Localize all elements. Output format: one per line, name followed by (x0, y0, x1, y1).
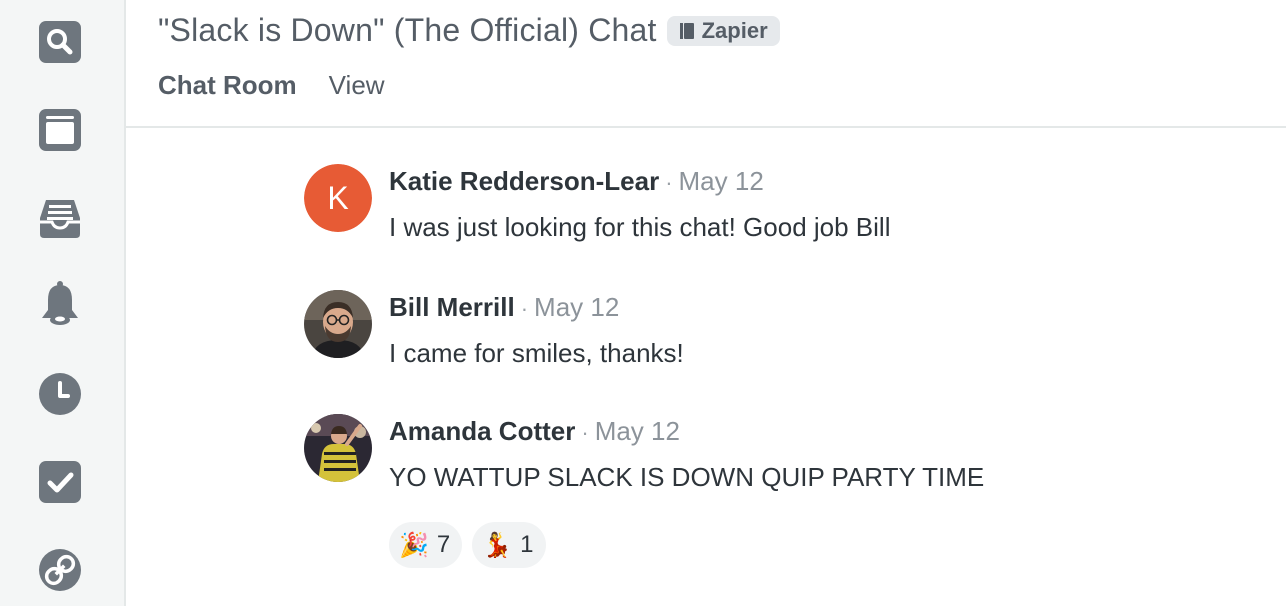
search-icon (39, 21, 81, 63)
author-name[interactable]: Bill Merrill (389, 292, 515, 322)
link-icon (39, 549, 81, 591)
message-date: May 12 (534, 292, 620, 322)
message-text: I came for smiles, thanks! (389, 338, 684, 368)
documents-button[interactable] (38, 108, 82, 152)
message-text: YO WATTUP SLACK IS DOWN QUIP PARTY TIME (389, 462, 985, 492)
message-header: Bill Merrill · May 12 (389, 292, 619, 323)
tab-view[interactable]: View (329, 70, 385, 101)
inbox-tray-icon (40, 200, 80, 238)
chat-header: "Slack is Down" (The Official) Chat Zapi… (158, 12, 780, 49)
search-button[interactable] (38, 20, 82, 64)
avatar-photo (304, 290, 372, 358)
message-header: Katie Redderson-Lear · May 12 (389, 166, 764, 197)
browser-window-icon (39, 109, 81, 151)
book-icon (679, 22, 694, 39)
chat-title: "Slack is Down" (The Official) Chat (158, 12, 657, 48)
meta-separator: · (665, 170, 673, 195)
recent-button[interactable] (38, 372, 82, 416)
inbox-button[interactable] (38, 196, 82, 240)
avatar[interactable]: K (304, 164, 372, 232)
reaction-dancer[interactable]: 💃 1 (472, 522, 546, 568)
reactions: 🎉 7 💃 1 (389, 522, 546, 568)
folder-badge-label: Zapier (701, 17, 768, 43)
avatar-photo (304, 414, 372, 482)
header-divider (126, 126, 1286, 128)
left-sidebar (0, 0, 126, 606)
clock-icon (39, 373, 81, 415)
chat-tabs: Chat Room View (158, 70, 385, 101)
message-date: May 12 (594, 416, 680, 446)
avatar-initial: K (304, 164, 372, 232)
notifications-button[interactable] (38, 281, 82, 326)
reaction-party[interactable]: 🎉 7 (389, 522, 463, 568)
author-name[interactable]: Katie Redderson-Lear (389, 166, 659, 196)
tab-chat-room[interactable]: Chat Room (158, 70, 297, 101)
meta-separator: · (520, 296, 529, 321)
links-button[interactable] (38, 548, 82, 592)
party-popper-icon: 🎉 (399, 531, 429, 559)
message-header: Amanda Cotter · May 12 (389, 416, 680, 447)
meta-separator: · (581, 420, 589, 445)
bell-icon (42, 281, 78, 325)
avatar[interactable] (304, 290, 372, 358)
checkbox-icon (39, 461, 81, 503)
reaction-count: 1 (520, 531, 534, 558)
chat-main: "Slack is Down" (The Official) Chat Zapi… (126, 0, 1286, 606)
folder-badge[interactable]: Zapier (666, 15, 780, 46)
message-text: I was just looking for this chat! Good j… (389, 212, 891, 242)
author-name[interactable]: Amanda Cotter (389, 416, 575, 446)
tasks-button[interactable] (38, 460, 82, 504)
dancer-icon: 💃 (482, 531, 513, 559)
message-date: May 12 (678, 166, 764, 196)
reaction-count: 7 (436, 531, 451, 558)
avatar[interactable] (304, 414, 372, 482)
